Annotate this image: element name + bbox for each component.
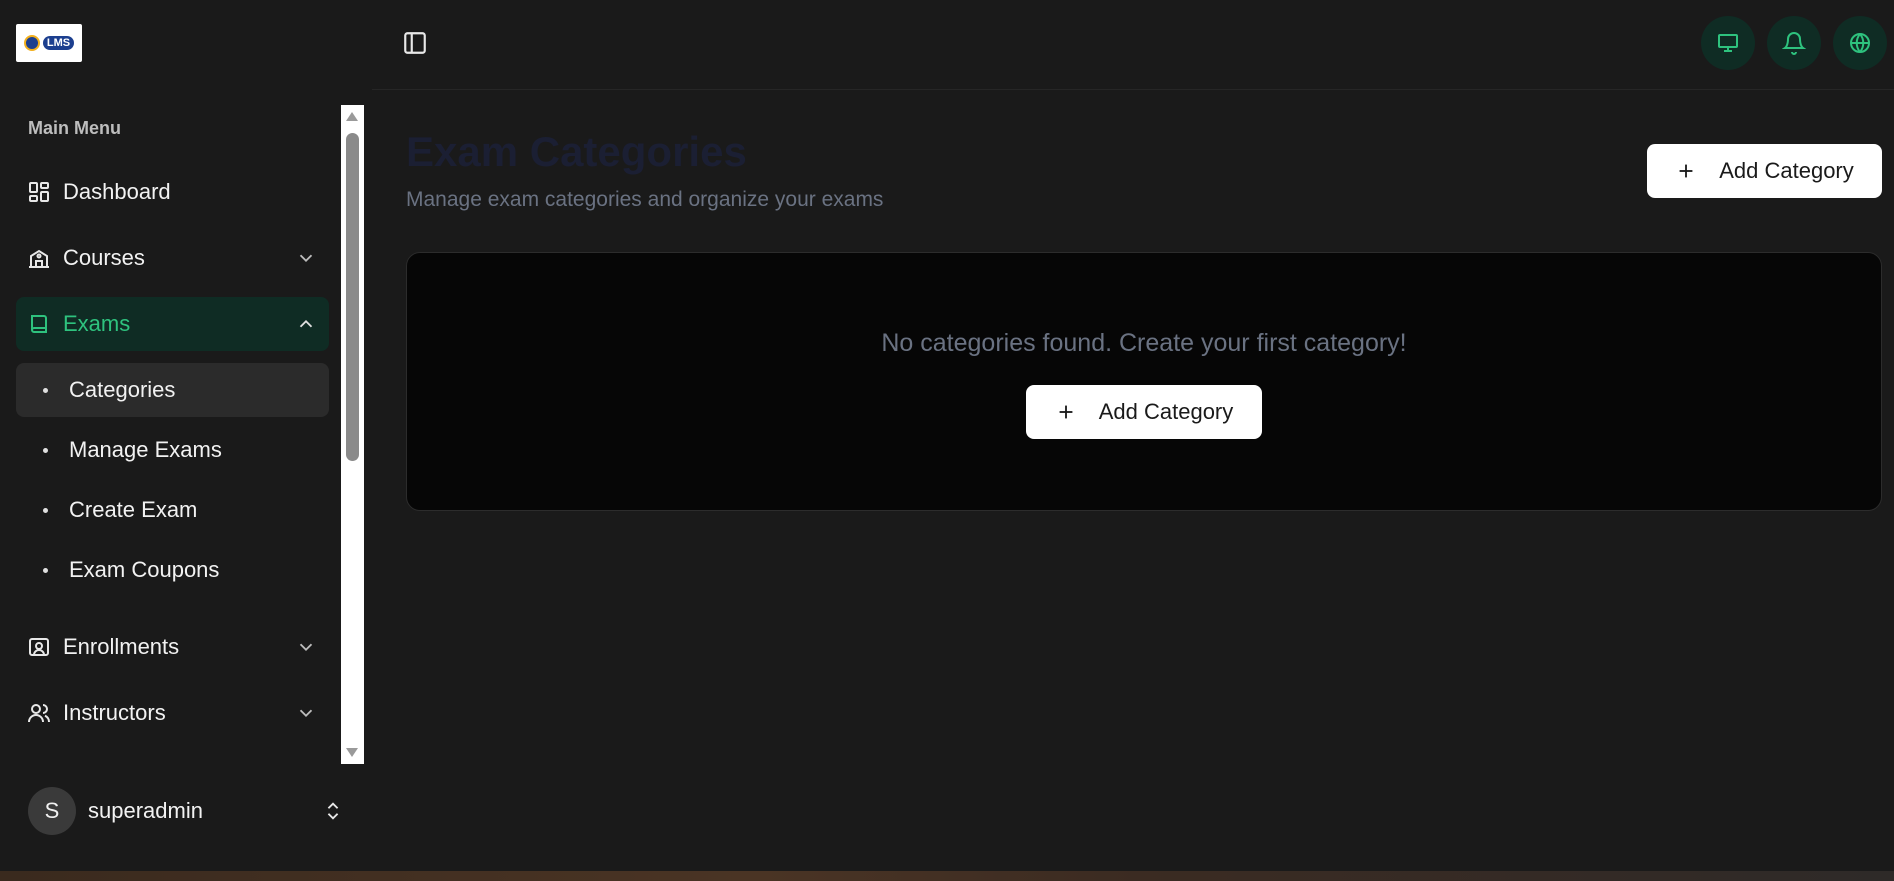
avatar: S bbox=[28, 787, 76, 835]
chevron-up-icon bbox=[299, 319, 313, 328]
language-button[interactable] bbox=[1833, 16, 1887, 70]
id-card-icon bbox=[29, 638, 49, 656]
scroll-up-arrow-icon[interactable] bbox=[346, 112, 358, 121]
sidebar-subitem-label: Manage Exams bbox=[69, 437, 222, 462]
book-icon bbox=[31, 315, 47, 333]
taskbar-edge bbox=[0, 871, 1894, 881]
chevrons-up-down-icon bbox=[327, 802, 339, 820]
bullet-dot bbox=[43, 387, 48, 393]
bullet-dot bbox=[43, 447, 48, 453]
page-subtitle: Manage exam categories and organize your… bbox=[406, 188, 884, 211]
logo-mascot-icon bbox=[23, 35, 40, 51]
sidebar-subitem-exam-coupons[interactable]: Exam Coupons bbox=[16, 543, 329, 597]
user-name: superadmin bbox=[88, 798, 203, 823]
sidebar-subitem-manage-exams[interactable]: Manage Exams bbox=[16, 423, 329, 477]
sidebar-item-label: Enrollments bbox=[63, 634, 180, 659]
sidebar-item-label: Dashboard bbox=[63, 179, 171, 204]
logo-text: LMS bbox=[42, 36, 75, 50]
bullet-dot bbox=[43, 507, 48, 513]
add-category-button[interactable]: Add Category bbox=[1647, 144, 1882, 198]
sidebar: LMS Main Menu Dashboard Courses Exams Ca… bbox=[0, 0, 372, 871]
sidebar-subitem-categories[interactable]: Categories bbox=[16, 363, 329, 417]
header-divider bbox=[372, 89, 1894, 90]
scroll-down-arrow-icon[interactable] bbox=[346, 748, 358, 757]
school-icon bbox=[29, 249, 49, 268]
users-icon bbox=[28, 704, 50, 723]
bell-icon bbox=[1782, 32, 1806, 55]
monitor-button[interactable] bbox=[1701, 16, 1755, 70]
sidebar-item-courses[interactable]: Courses bbox=[16, 231, 329, 285]
chevron-down-icon bbox=[299, 643, 313, 652]
sidebar-item-instructors[interactable]: Instructors bbox=[16, 686, 329, 740]
sidebar-subitem-create-exam[interactable]: Create Exam bbox=[16, 483, 329, 537]
sidebar-scrollbar[interactable] bbox=[341, 105, 364, 764]
monitor-icon bbox=[1718, 34, 1738, 52]
plus-icon bbox=[1679, 164, 1693, 178]
notifications-button[interactable] bbox=[1767, 16, 1821, 70]
empty-state-card: No categories found. Create your first c… bbox=[406, 252, 1882, 511]
empty-add-category-label: Add Category bbox=[1098, 399, 1234, 424]
scrollbar-thumb[interactable] bbox=[346, 133, 359, 461]
sidebar-item-dashboard[interactable]: Dashboard bbox=[16, 165, 329, 219]
empty-add-category-button[interactable]: Add Category bbox=[1026, 385, 1262, 439]
sidebar-subitem-label: Exam Coupons bbox=[69, 557, 220, 582]
app-logo[interactable]: LMS bbox=[16, 24, 82, 62]
page-title: Exam Categories bbox=[406, 128, 747, 175]
plus-icon bbox=[1059, 405, 1073, 419]
sidebar-toggle-icon[interactable] bbox=[402, 30, 428, 56]
sidebar-item-enrollments[interactable]: Enrollments bbox=[16, 620, 329, 674]
sidebar-subitem-label: Create Exam bbox=[69, 497, 198, 522]
chevron-down-icon bbox=[299, 709, 313, 718]
empty-state-message: No categories found. Create your first c… bbox=[881, 329, 1407, 357]
sidebar-subitem-label: Categories bbox=[69, 377, 176, 402]
bullet-dot bbox=[43, 567, 48, 573]
chevron-down-icon bbox=[299, 254, 313, 263]
sidebar-item-label: Instructors bbox=[63, 700, 166, 725]
user-menu[interactable]: S superadmin bbox=[28, 786, 344, 836]
sidebar-item-exams[interactable]: Exams bbox=[16, 297, 329, 351]
grid-icon bbox=[29, 182, 49, 202]
sidebar-item-label: Exams bbox=[63, 311, 131, 336]
globe-icon bbox=[1850, 33, 1870, 53]
main-menu-heading: Main Menu bbox=[28, 118, 121, 138]
sidebar-item-label: Courses bbox=[63, 245, 145, 270]
add-category-label: Add Category bbox=[1719, 158, 1854, 183]
